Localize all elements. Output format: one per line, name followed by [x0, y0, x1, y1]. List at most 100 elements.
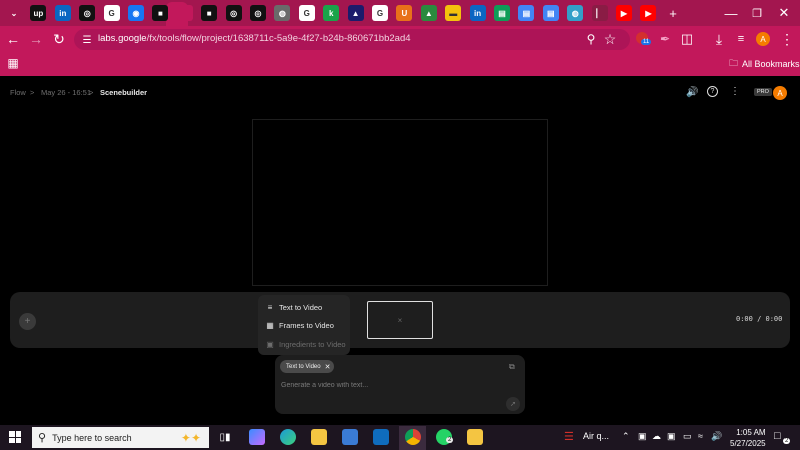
empty-clip-slot[interactable]: ×	[367, 301, 433, 339]
back-button[interactable]: ←	[4, 30, 22, 48]
google-icon[interactable]: G	[298, 5, 315, 21]
sheets-icon[interactable]: ▤	[494, 5, 510, 21]
black-tab-icon[interactable]: ■	[152, 5, 169, 21]
all-bookmarks-label: All Bookmarks	[742, 59, 800, 69]
camera-icon[interactable]: ▣	[638, 431, 647, 442]
timecode: 0:00 / 0:00	[736, 315, 783, 323]
breadcrumb-project[interactable]: May 26 - 16:51	[41, 88, 91, 97]
file-explorer-icon[interactable]	[311, 429, 327, 445]
upwork-icon[interactable]: up	[30, 5, 47, 21]
edge-icon[interactable]	[280, 429, 296, 445]
start-pane	[15, 437, 21, 443]
chatgpt-icon[interactable]: ◎	[79, 5, 96, 21]
chrome-icon[interactable]	[405, 429, 421, 445]
user-avatar[interactable]: A	[773, 86, 787, 100]
youtube-icon[interactable]: ▶	[640, 5, 657, 21]
breadcrumb-current: Scenebuilder	[100, 88, 148, 97]
mode-chip[interactable]: Text to Video ✕	[280, 360, 335, 373]
cloud-icon[interactable]: ☁	[652, 431, 661, 442]
arrow-left-icon: ←	[6, 31, 20, 47]
breadcrumb-separator-icon: >	[89, 88, 94, 97]
drive-icon[interactable]: ▲	[420, 5, 437, 21]
close-icon[interactable]	[176, 5, 193, 21]
all-bookmarks-button[interactable]: 🗀 All Bookmarks	[729, 56, 800, 72]
help-icon[interactable]: ?	[707, 86, 718, 97]
start-pane	[9, 437, 15, 443]
notification-icon[interactable]: □	[774, 430, 781, 442]
restore-button[interactable]: ❐	[748, 4, 766, 22]
docs-icon[interactable]: ▤	[542, 5, 559, 21]
chatgpt-icon[interactable]: ◎	[250, 5, 266, 21]
google-icon[interactable]: G	[103, 5, 120, 21]
site-info-icon[interactable]: ☰	[78, 31, 96, 49]
task-view-icon[interactable]: ▯▮	[217, 429, 233, 445]
orange-u-icon[interactable]: U	[396, 5, 413, 21]
bookmark-star-icon[interactable]: ☆	[601, 30, 619, 48]
url-path: /fx/tools/flow/project/1638711c-5a9e-4f2…	[146, 33, 411, 44]
arrow-up-icon: ➚	[510, 401, 516, 408]
menu-item-text-to-video[interactable]: ≡ Text to Video	[266, 303, 323, 312]
media-control-icon[interactable]: ≡	[732, 30, 750, 48]
prompt-input[interactable]	[281, 379, 501, 391]
weather-text[interactable]: Air q...	[583, 431, 609, 441]
video-preview	[252, 119, 548, 286]
speaker-icon[interactable]: 🔊	[711, 431, 722, 442]
profile-avatar[interactable]: A	[756, 32, 770, 46]
globe-icon[interactable]: ◍	[274, 5, 291, 21]
menu-item-frames-to-video[interactable]: ▦ Frames to Video	[266, 321, 334, 330]
black-tab-icon[interactable]: ■	[201, 5, 218, 21]
linkedin-icon[interactable]: in	[469, 5, 486, 21]
keep-icon[interactable]: ▬	[445, 5, 462, 21]
reload-button[interactable]: ↻	[50, 30, 68, 48]
edge-icon[interactable]: ◍	[567, 5, 584, 21]
close-icon: ×	[397, 315, 403, 325]
apps-grid-icon[interactable]: ▦	[4, 54, 22, 72]
close-icon[interactable]: ✕	[325, 363, 331, 371]
forward-button[interactable]: →	[27, 30, 45, 48]
download-icon[interactable]: ⤓	[710, 30, 728, 48]
meta-icon[interactable]: ◉	[128, 5, 144, 21]
battery-icon[interactable]: ▭	[683, 431, 692, 442]
menu-item-ingredients-to-video[interactable]: ▣ Ingredients to Video	[266, 340, 345, 349]
url-text[interactable]: labs.google/fx/tools/flow/project/163871…	[98, 33, 411, 44]
expand-icon[interactable]: ⧉	[509, 362, 515, 372]
pin-icon[interactable]: ▏	[591, 5, 608, 21]
add-clip-button[interactable]: +	[19, 313, 36, 330]
clock[interactable]: 1:05 AM 5/27/2025	[730, 427, 766, 449]
extensions-puzzle-icon[interactable]: ◫	[678, 30, 696, 48]
breadcrumb-root[interactable]: Flow	[10, 88, 26, 97]
new-tab-button[interactable]: +	[664, 4, 682, 22]
notepad-icon[interactable]	[467, 429, 483, 445]
linkedin-icon[interactable]: in	[54, 5, 71, 21]
outlook-icon[interactable]	[373, 429, 389, 445]
triangle-icon[interactable]: ▲	[347, 5, 364, 21]
taskbar-search[interactable]: ⚲ Type here to search ✦✦	[32, 427, 209, 448]
send-button[interactable]: ➚	[506, 397, 520, 411]
bookmarks-bar	[0, 52, 800, 76]
youtube-icon[interactable]: ▶	[616, 5, 632, 21]
mode-chip-label: Text to Video	[286, 363, 321, 370]
pen-extension-icon[interactable]: ✒	[656, 30, 674, 48]
chevron-down-icon[interactable]: ⌄	[6, 5, 22, 21]
chevron-up-icon[interactable]: ⌃	[622, 431, 630, 442]
volume-icon[interactable]: 🔊	[686, 87, 698, 98]
camera-icon[interactable]: ▣	[667, 431, 676, 442]
google-icon[interactable]: G	[372, 5, 388, 21]
copilot-icon[interactable]	[249, 429, 265, 445]
chrome-menu-icon[interactable]: ⋮	[778, 30, 796, 48]
clock-date: 5/27/2025	[730, 439, 766, 448]
reload-icon: ↻	[53, 30, 65, 47]
store-icon[interactable]	[342, 429, 358, 445]
window-close-button[interactable]: ✕	[775, 4, 793, 22]
windows-start-icon[interactable]	[9, 431, 21, 443]
minimize-button[interactable]: —	[722, 4, 740, 22]
copilot-sparkle-icon: ✦✦	[180, 430, 201, 445]
search-icon: ⚲	[38, 432, 47, 444]
wifi-icon[interactable]: ≈	[698, 431, 703, 441]
air-quality-icon[interactable]: ☰	[564, 430, 574, 443]
green-k-icon[interactable]: k	[323, 5, 340, 21]
chatgpt-icon[interactable]: ◎	[225, 5, 242, 21]
docs-icon[interactable]: ▤	[518, 5, 535, 21]
zoom-icon[interactable]: ⚲	[582, 30, 600, 48]
more-options-icon[interactable]: ⋮	[730, 86, 740, 97]
